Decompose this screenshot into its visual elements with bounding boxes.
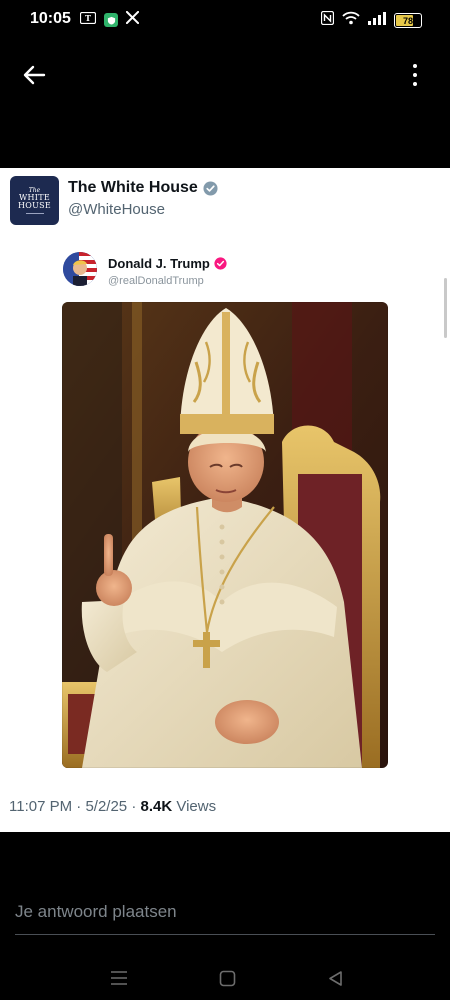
pope-portrait-image [62,302,388,768]
shield-app-icon [104,13,118,27]
reply-input[interactable]: Je antwoord plaatsen [15,902,177,922]
more-options-button[interactable] [410,62,420,88]
arrow-left-icon [23,65,46,85]
scrollbar-thumb[interactable] [444,278,447,338]
quote-author-avatar[interactable] [63,252,97,286]
verified-badge-icon [203,180,218,196]
wifi-icon [342,11,360,30]
post-time[interactable]: 11:07 PM [9,798,72,815]
post-date[interactable]: 5/2/25 [85,798,127,815]
post-metadata: 11:07 PM · 5/2/25 · 8.4K Views [9,798,217,815]
more-vertical-icon [413,64,417,68]
white-house-avatar[interactable]: The WHITE HOUSE [10,176,59,225]
back-button[interactable] [22,62,48,88]
verified-badge-icon [214,257,227,270]
quote-author-handle[interactable]: @realDonaldTrump [108,275,204,287]
reply-input-underline [15,934,435,935]
system-navigation-bar [0,955,450,1000]
status-notification-icons: T [79,10,140,29]
svg-text:T: T [85,13,91,23]
status-time: 10:05 [30,10,71,27]
menu-icon [111,971,127,985]
x-app-icon [125,10,140,29]
author-handle[interactable]: @WhiteHouse [68,201,165,218]
recent-apps-button[interactable] [104,963,134,993]
battery-icon: 78 [394,13,422,28]
author-name[interactable]: The White House [68,179,218,197]
post-card[interactable]: The WHITE HOUSE The White House @WhiteHo… [0,168,450,832]
post-image[interactable] [62,302,388,768]
home-square-icon [219,970,235,986]
views-label[interactable]: Views [176,798,216,815]
status-bar: 10:05 T 78 [0,0,450,40]
newspaper-icon: T [79,11,97,29]
back-nav-button[interactable] [320,963,350,993]
quote-author-name[interactable]: Donald J. Trump [108,256,227,271]
views-count[interactable]: 8.4K [141,798,173,815]
nfc-icon [320,10,335,30]
status-system-icons: 78 [320,10,422,30]
battery-level: 78 [402,15,413,26]
home-button[interactable] [212,963,242,993]
back-triangle-icon [328,970,342,986]
signal-icon [368,11,386,30]
